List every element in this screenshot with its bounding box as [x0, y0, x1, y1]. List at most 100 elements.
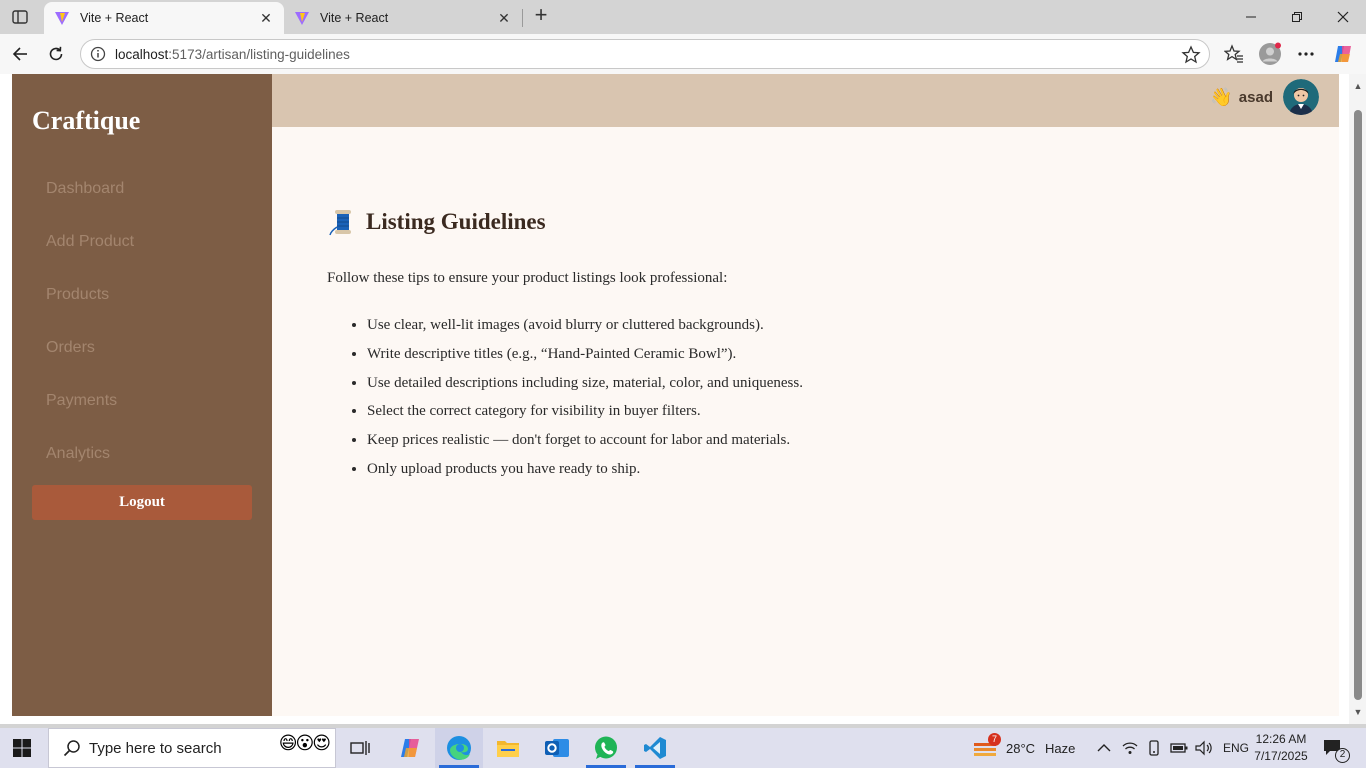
reload-icon	[49, 46, 63, 61]
scroll-down-arrow-icon[interactable]: ▼	[1352, 706, 1364, 718]
scroll-up-arrow-icon[interactable]: ▲	[1352, 80, 1364, 92]
clock-time: 12:26 AM	[1255, 732, 1307, 746]
wifi-icon[interactable]	[1122, 741, 1138, 755]
tab-actions-menu-button[interactable]	[8, 6, 32, 28]
close-icon	[1337, 11, 1349, 23]
sidebar-item-add-product[interactable]: Add Product	[46, 233, 134, 251]
more-dots-icon	[1298, 52, 1314, 56]
weather-temperature: 28°C	[1006, 740, 1036, 756]
restore-icon	[1292, 12, 1302, 22]
folder-icon	[497, 741, 519, 757]
page-heading: Listing Guidelines	[328, 207, 546, 237]
thread-spool-icon	[329, 210, 351, 236]
vite-favicon-icon	[295, 12, 309, 25]
task-view-button[interactable]	[336, 728, 384, 768]
list-item: Write descriptive titles (e.g., “Hand-Pa…	[367, 343, 803, 372]
sidebar-item-orders[interactable]: Orders	[46, 339, 95, 357]
search-highlight-emoji-icon: 😄😮😍	[278, 733, 331, 753]
task-view-icon	[350, 741, 370, 755]
wave-emoji-icon: 👋	[1210, 86, 1233, 107]
tab-actions-icon	[12, 10, 28, 24]
taskbar-whatsapp-app[interactable]	[582, 728, 630, 768]
reload-button[interactable]	[43, 41, 69, 67]
copilot-icon	[1335, 46, 1351, 62]
profile-button[interactable]	[1257, 41, 1283, 67]
page-title: Listing Guidelines	[366, 209, 546, 234]
browser-tab-active[interactable]: Vite + React ✕	[44, 2, 284, 34]
page-scrollbar[interactable]: ▲ ▼	[1349, 74, 1366, 724]
sidebar-item-dashboard[interactable]: Dashboard	[46, 180, 124, 198]
tab-divider	[522, 9, 523, 27]
close-window-button[interactable]	[1320, 0, 1366, 34]
system-tray-icons: ENG	[1122, 728, 1249, 768]
whatsapp-icon	[595, 736, 617, 759]
logout-button[interactable]: Logout	[32, 485, 252, 520]
favorites-button[interactable]	[1221, 41, 1247, 67]
browser-tab-strip: Vite + React ✕ Vite + React ✕ +	[0, 0, 1366, 34]
minimize-button[interactable]	[1228, 0, 1274, 34]
outlook-icon	[545, 739, 569, 757]
browser-tab-inactive[interactable]: Vite + React ✕	[284, 2, 522, 34]
taskbar-copilot-app[interactable]	[386, 728, 434, 768]
page-viewport: Craftique Dashboard Add Product Products…	[0, 74, 1366, 724]
copilot-button[interactable]	[1330, 41, 1356, 67]
favorites-icon	[1224, 44, 1243, 63]
notification-count-badge: 2	[1335, 748, 1350, 763]
settings-menu-button[interactable]	[1293, 41, 1319, 67]
main-content: Listing Guidelines Follow these tips to …	[272, 127, 1339, 716]
taskbar-outlook-app[interactable]	[533, 728, 581, 768]
list-item: Only upload products you have ready to s…	[367, 458, 803, 487]
taskbar-file-explorer-app[interactable]	[484, 728, 532, 768]
language-indicator[interactable]: ENG	[1223, 741, 1249, 755]
phone-link-icon[interactable]	[1146, 740, 1162, 756]
site-info-icon[interactable]	[90, 46, 106, 62]
sidebar-item-analytics[interactable]: Analytics	[46, 445, 110, 463]
restore-button[interactable]	[1274, 0, 1320, 34]
volume-icon[interactable]	[1195, 740, 1213, 756]
tab-title: Vite + React	[80, 11, 149, 25]
address-bar[interactable]: localhost:5173/artisan/listing-guideline…	[80, 39, 1210, 69]
weather-condition: Haze	[1045, 740, 1076, 756]
weather-alert-badge: 7	[988, 733, 1001, 746]
intro-text: Follow these tips to ensure your product…	[327, 270, 728, 286]
vite-favicon-icon	[55, 12, 69, 25]
tab-close-icon[interactable]: ✕	[258, 10, 274, 26]
show-hidden-icons-button[interactable]	[1096, 728, 1112, 768]
back-button[interactable]	[7, 41, 33, 67]
sidebar-item-payments[interactable]: Payments	[46, 392, 117, 410]
user-menu[interactable]: 👋 asad	[1210, 79, 1319, 115]
sidebar-item-products[interactable]: Products	[46, 286, 109, 304]
sidebar: Craftique Dashboard Add Product Products…	[12, 74, 272, 716]
taskbar-search-box[interactable]: Type here to search 😄😮😍	[48, 728, 336, 768]
bookmark-star-icon[interactable]	[1181, 45, 1201, 65]
notification-center-button[interactable]: 2	[1322, 728, 1350, 768]
browser-toolbar: localhost:5173/artisan/listing-guideline…	[0, 34, 1366, 74]
minimize-icon	[1246, 16, 1256, 18]
url-host: localhost	[115, 47, 169, 62]
url-text: localhost:5173/artisan/listing-guideline…	[115, 47, 350, 62]
username: asad	[1238, 88, 1273, 106]
tab-close-icon[interactable]: ✕	[496, 10, 512, 26]
taskbar-edge-app[interactable]	[435, 728, 483, 768]
battery-icon[interactable]	[1170, 742, 1188, 754]
new-tab-button[interactable]: +	[530, 4, 552, 27]
vscode-icon	[644, 737, 666, 759]
taskbar-vscode-app[interactable]	[631, 728, 679, 768]
search-placeholder: Type here to search	[89, 739, 222, 757]
back-arrow-icon	[12, 47, 27, 61]
tab-title: Vite + React	[320, 11, 389, 25]
windows-start-icon[interactable]	[12, 738, 32, 758]
list-item: Use clear, well-lit images (avoid blurry…	[367, 314, 803, 343]
weather-widget[interactable]: 7 28°C Haze	[972, 728, 1075, 768]
notification-icon: 2	[1322, 738, 1350, 763]
list-item: Select the correct category for visibili…	[367, 400, 803, 429]
top-header: 👋 asad	[272, 74, 1339, 127]
url-path: :5173/artisan/listing-guidelines	[168, 47, 350, 62]
brand-logo-text: Craftique	[32, 106, 141, 135]
copilot-icon	[401, 739, 419, 757]
scrollbar-thumb[interactable]	[1354, 110, 1362, 700]
windows-taskbar: Type here to search 😄😮😍 7 28°C Haze ENG …	[0, 728, 1366, 768]
search-icon	[63, 740, 80, 757]
avatar[interactable]	[1283, 79, 1319, 115]
taskbar-clock[interactable]: 12:26 AM 7/17/2025	[1248, 731, 1314, 765]
